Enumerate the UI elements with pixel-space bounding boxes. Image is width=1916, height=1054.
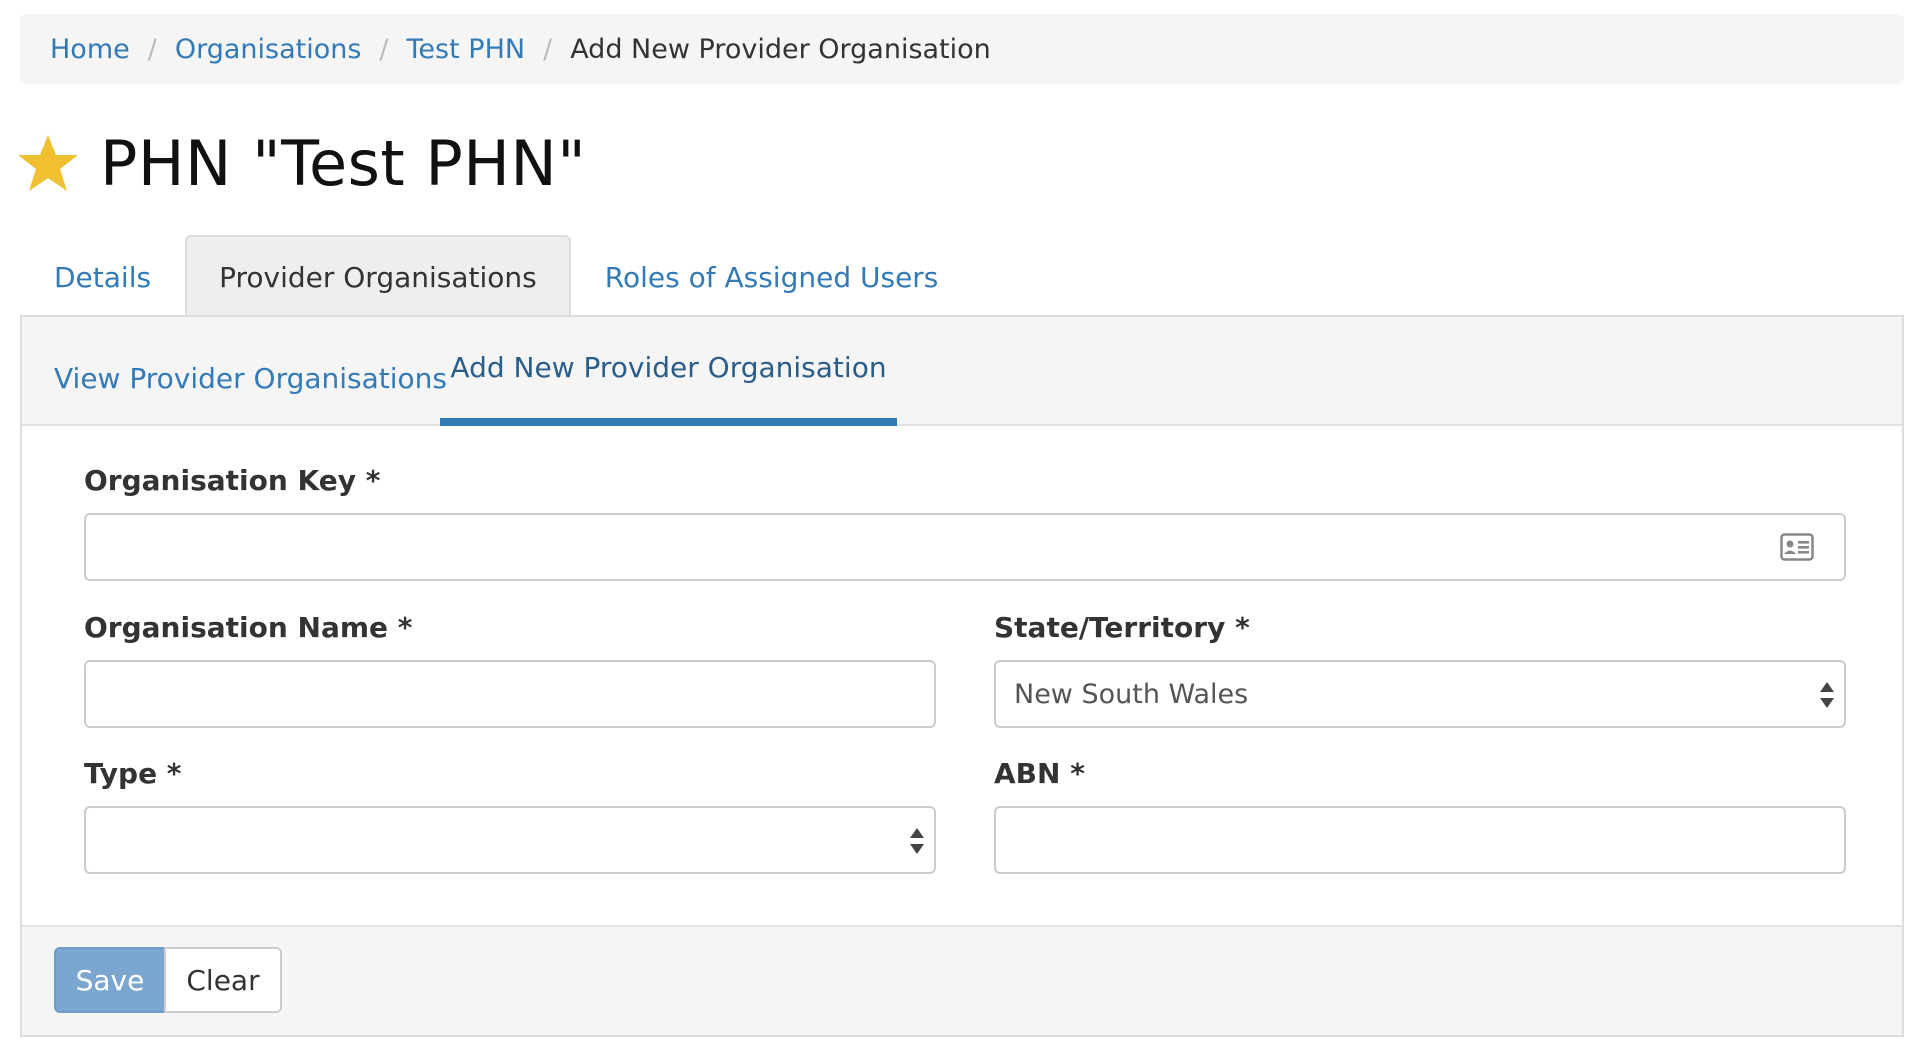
org-name-input[interactable] bbox=[86, 662, 934, 726]
breadcrumb-test-phn-link[interactable]: Test PHN bbox=[407, 34, 526, 65]
clear-button[interactable]: Clear bbox=[164, 947, 282, 1013]
org-name-label: Organisation Name * bbox=[84, 611, 413, 644]
breadcrumb-separator: / bbox=[147, 33, 157, 65]
org-key-input[interactable] bbox=[86, 515, 1844, 579]
breadcrumb-separator: / bbox=[379, 33, 389, 65]
sub-navigation: View Provider Organisations Add New Prov… bbox=[22, 317, 1902, 426]
abn-field[interactable] bbox=[994, 806, 1846, 874]
save-button[interactable]: Save bbox=[54, 947, 166, 1013]
page-title: PHN "Test PHN" bbox=[100, 126, 587, 200]
org-key-field[interactable] bbox=[84, 513, 1846, 581]
star-icon bbox=[18, 135, 78, 191]
state-territory-label: State/Territory * bbox=[994, 611, 1250, 644]
select-arrows-icon bbox=[910, 828, 924, 854]
tab-panel: View Provider Organisations Add New Prov… bbox=[20, 315, 1904, 1037]
subtab-view-provider-organisations[interactable]: View Provider Organisations bbox=[54, 317, 447, 426]
org-key-label: Organisation Key * bbox=[84, 464, 381, 497]
abn-input[interactable] bbox=[996, 808, 1844, 872]
page-header: PHN "Test PHN" bbox=[16, 118, 586, 208]
type-select[interactable] bbox=[84, 806, 936, 874]
breadcrumb-organisations-link[interactable]: Organisations bbox=[175, 34, 362, 65]
id-card-icon bbox=[1780, 533, 1814, 561]
breadcrumb-current: Add New Provider Organisation bbox=[570, 33, 991, 65]
subtab-add-new-provider-organisation[interactable]: Add New Provider Organisation bbox=[440, 317, 897, 426]
org-name-field[interactable] bbox=[84, 660, 936, 728]
tab-provider-organisations[interactable]: Provider Organisations bbox=[185, 235, 571, 317]
form-footer: Save Clear bbox=[22, 925, 1902, 1035]
tab-roles-of-assigned-users[interactable]: Roles of Assigned Users bbox=[571, 235, 973, 317]
tab-details[interactable]: Details bbox=[20, 235, 185, 317]
breadcrumb-separator: / bbox=[543, 33, 553, 65]
type-label: Type * bbox=[84, 757, 182, 790]
breadcrumb: Home / Organisations / Test PHN / Add Ne… bbox=[20, 14, 1904, 84]
state-territory-select[interactable]: New South Wales bbox=[994, 660, 1846, 728]
state-territory-value: New South Wales bbox=[1014, 678, 1249, 710]
select-arrows-icon bbox=[1820, 682, 1834, 708]
breadcrumb-home-link[interactable]: Home bbox=[50, 34, 130, 65]
main-tabs: Details Provider Organisations Roles of … bbox=[20, 235, 972, 317]
abn-label: ABN * bbox=[994, 757, 1085, 790]
